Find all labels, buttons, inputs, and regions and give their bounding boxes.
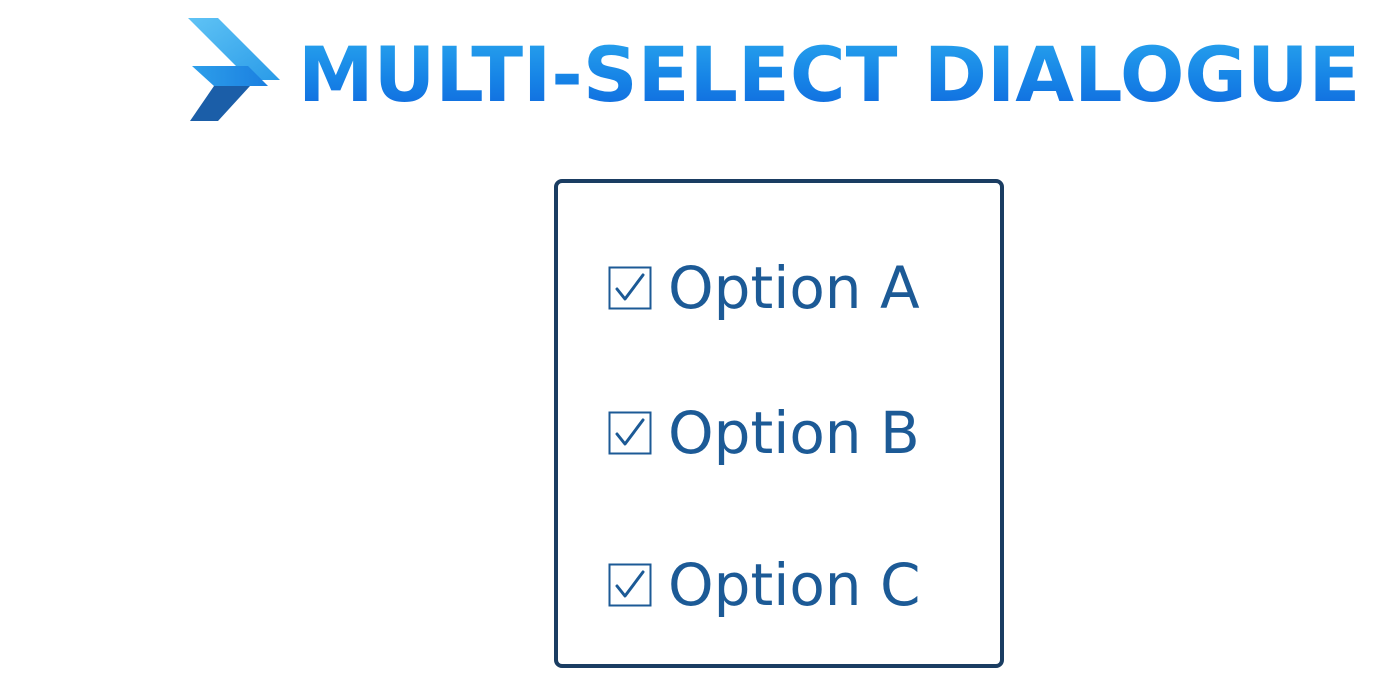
option-b[interactable]: Option B: [608, 398, 920, 468]
checkbox-checked-icon[interactable]: [608, 563, 652, 607]
page-title: MULTI-SELECT DIALOGUE: [298, 30, 1361, 119]
multi-select-dialog: Option A Option B Option C: [554, 179, 1004, 668]
option-a-label[interactable]: Option A: [668, 253, 920, 323]
option-b-label[interactable]: Option B: [668, 398, 920, 468]
checkbox-checked-icon[interactable]: [608, 266, 652, 310]
checkbox-checked-icon[interactable]: [608, 411, 652, 455]
option-c[interactable]: Option C: [608, 550, 921, 620]
header: MULTI-SELECT DIALOGUE: [188, 18, 1360, 124]
option-a[interactable]: Option A: [608, 253, 920, 323]
option-c-label[interactable]: Option C: [668, 550, 921, 620]
chevron-logo-icon: [188, 18, 280, 121]
